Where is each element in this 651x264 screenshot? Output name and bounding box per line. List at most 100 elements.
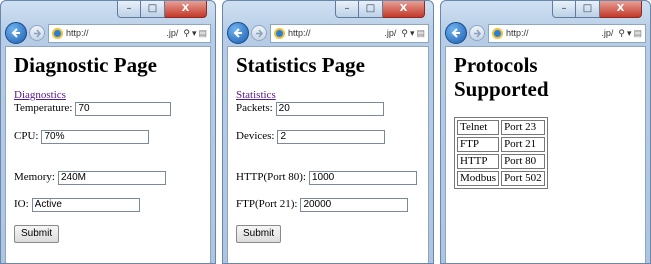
window-caption-buttons: – □ X — [335, 1, 425, 19]
address-domain: .jp/ — [384, 28, 397, 38]
ie-page-icon — [492, 27, 503, 39]
diagnostics-link[interactable]: Diagnostics — [14, 89, 204, 101]
field-row-ftp-port: FTP(Port 21): — [236, 197, 422, 212]
devices-input[interactable] — [277, 129, 386, 144]
table-row: Modbus Port 502 — [457, 171, 545, 186]
field-row-memory: Memory: — [14, 170, 204, 185]
field-row-temperature: Temperature: — [14, 101, 204, 116]
protocol-name-cell: Telnet — [457, 120, 500, 135]
protocol-port-cell: Port 23 — [501, 120, 545, 135]
maximize-button[interactable]: □ — [141, 1, 165, 18]
cpu-input[interactable] — [41, 129, 150, 144]
minimize-button[interactable]: – — [117, 1, 141, 18]
page-content: Diagnostic Page Diagnostics Temperature:… — [5, 46, 211, 263]
table-row: FTP Port 21 — [457, 137, 545, 152]
field-label: FTP(Port 21): — [236, 198, 298, 210]
chevron-down-icon[interactable]: ▾ — [192, 28, 197, 39]
submit-button[interactable]: Submit — [236, 224, 282, 243]
maximize-button[interactable]: □ — [359, 1, 383, 18]
forward-button[interactable] — [251, 25, 267, 41]
forward-button[interactable] — [469, 25, 485, 41]
field-row-devices: Devices: — [236, 129, 422, 144]
search-icon[interactable]: ⚲ — [183, 28, 190, 39]
address-domain: .jp/ — [166, 28, 179, 38]
window-caption-buttons: – □ X — [552, 1, 642, 19]
browser-window-diagnostic: – □ X http:// .jp/ ⚲ ▾ ▤ Diagnostic Page… — [0, 0, 216, 264]
field-label: Memory: — [14, 171, 55, 183]
navigation-bar: http:// .jp/ ⚲ ▾ ▤ — [227, 21, 429, 45]
protocol-name-cell: FTP — [457, 137, 500, 152]
navigation-bar: http:// .jp/ ⚲ ▾ ▤ — [5, 21, 211, 45]
chevron-down-icon[interactable]: ▾ — [410, 28, 415, 39]
protocol-name-cell: Modbus — [457, 171, 500, 186]
chevron-down-icon[interactable]: ▾ — [627, 28, 632, 39]
minimize-button[interactable]: – — [552, 1, 576, 18]
memory-input[interactable] — [57, 170, 166, 185]
page-title: Protocols Supported — [454, 53, 639, 101]
field-label: Packets: — [236, 102, 273, 114]
field-label: Devices: — [236, 130, 275, 142]
field-row-io: IO: — [14, 197, 204, 212]
page-title-line2: Supported — [454, 77, 549, 101]
page-title: Diagnostic Page — [14, 53, 157, 77]
protocols-table: Telnet Port 23 FTP Port 21 HTTP Port 80 … — [454, 117, 548, 189]
back-button[interactable] — [445, 22, 467, 44]
compatibility-icon[interactable]: ▤ — [416, 28, 425, 39]
back-arrow-icon — [451, 28, 460, 38]
statistics-link[interactable]: Statistics — [236, 89, 422, 101]
forward-arrow-icon — [33, 29, 41, 37]
page-title-line1: Protocols — [454, 53, 538, 77]
close-button[interactable]: X — [383, 1, 425, 18]
address-bar[interactable]: http:// .jp/ ⚲ ▾ ▤ — [488, 23, 646, 43]
ie-page-icon — [52, 27, 63, 39]
table-row: HTTP Port 80 — [457, 154, 545, 169]
window-caption-buttons: – □ X — [117, 1, 207, 19]
address-bar[interactable]: http:// .jp/ ⚲ ▾ ▤ — [270, 23, 429, 43]
table-row: Telnet Port 23 — [457, 120, 545, 135]
navigation-bar: http:// .jp/ ⚲ ▾ ▤ — [445, 21, 646, 45]
maximize-button[interactable]: □ — [576, 1, 600, 18]
io-input[interactable] — [31, 197, 140, 212]
temperature-input[interactable] — [75, 101, 172, 116]
close-button[interactable]: X — [165, 1, 207, 18]
address-bar[interactable]: http:// .jp/ ⚲ ▾ ▤ — [48, 23, 211, 43]
address-prefix: http:// — [66, 28, 89, 38]
field-label: HTTP(Port 80): — [236, 171, 306, 183]
field-row-packets: Packets: — [236, 101, 422, 116]
field-label: Temperature: — [14, 102, 73, 114]
field-label: CPU: — [14, 130, 39, 142]
field-row-cpu: CPU: — [14, 129, 204, 144]
page-content: Statistics Page Statistics Packets: Devi… — [227, 46, 429, 263]
back-arrow-icon — [233, 28, 242, 38]
minimize-button[interactable]: – — [335, 1, 359, 18]
protocol-port-cell: Port 502 — [501, 171, 545, 186]
address-prefix: http:// — [288, 28, 311, 38]
protocol-port-cell: Port 21 — [501, 137, 545, 152]
ftp-port-input[interactable] — [300, 197, 409, 212]
forward-arrow-icon — [473, 29, 481, 37]
ie-page-icon — [274, 27, 285, 39]
search-icon[interactable]: ⚲ — [401, 28, 408, 39]
browser-window-statistics: – □ X http:// .jp/ ⚲ ▾ ▤ Statistics Page… — [222, 0, 434, 264]
back-arrow-icon — [11, 28, 20, 38]
close-button[interactable]: X — [600, 1, 642, 18]
address-domain: .jp/ — [601, 28, 614, 38]
protocol-port-cell: Port 80 — [501, 154, 545, 169]
compatibility-icon[interactable]: ▤ — [198, 28, 207, 39]
submit-button[interactable]: Submit — [14, 224, 60, 243]
browser-window-protocols: – □ X http:// .jp/ ⚲ ▾ ▤ Protocols Suppor… — [440, 0, 651, 264]
back-button[interactable] — [227, 22, 249, 44]
search-icon[interactable]: ⚲ — [618, 28, 625, 39]
address-prefix: http:// — [506, 28, 529, 38]
field-row-http-port: HTTP(Port 80): — [236, 170, 422, 185]
page-title: Statistics Page — [236, 53, 365, 77]
back-button[interactable] — [5, 22, 27, 44]
forward-button[interactable] — [29, 25, 45, 41]
protocol-name-cell: HTTP — [457, 154, 500, 169]
compatibility-icon[interactable]: ▤ — [633, 28, 642, 39]
page-content: Protocols Supported Telnet Port 23 FTP Po… — [445, 46, 646, 263]
http-port-input[interactable] — [308, 170, 417, 185]
packets-input[interactable] — [275, 101, 384, 116]
field-label: IO: — [14, 198, 29, 210]
forward-arrow-icon — [255, 29, 263, 37]
